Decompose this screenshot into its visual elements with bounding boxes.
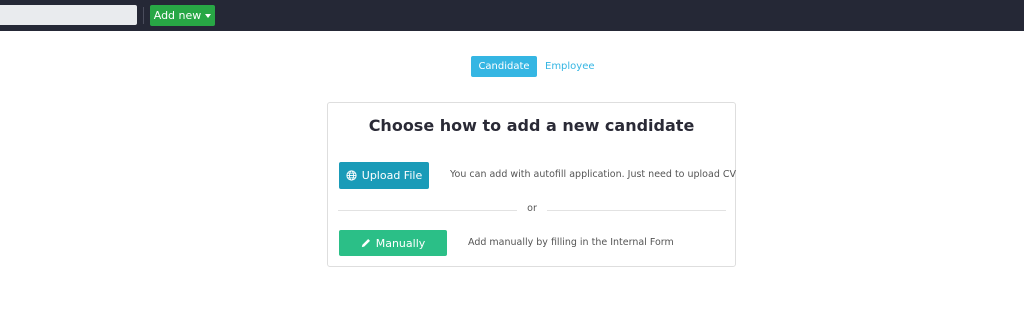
- add-new-label: Add new: [153, 9, 202, 22]
- manual-description: Add manually by filling in the Internal …: [468, 237, 674, 248]
- tab-candidate-label: Candidate: [478, 61, 530, 72]
- manually-button[interactable]: Manually: [339, 230, 447, 256]
- manually-label: Manually: [375, 236, 426, 250]
- card-title: Choose how to add a new candidate: [368, 116, 695, 135]
- upload-description: You can add with autofill application. J…: [450, 169, 737, 180]
- candidate-employee-tabs: Candidate Employee: [471, 56, 603, 77]
- or-separator: or: [338, 203, 726, 217]
- top-navigation-bar: Add new: [0, 0, 1024, 31]
- separator-line-right: [547, 210, 726, 211]
- pencil-icon: [361, 238, 371, 248]
- upload-file-label: Upload File: [361, 169, 423, 182]
- toolbar-divider: [143, 7, 144, 24]
- add-candidate-card: Choose how to add a new candidate Upload…: [327, 102, 736, 267]
- search-input[interactable]: [0, 5, 137, 25]
- tab-employee[interactable]: Employee: [537, 56, 603, 77]
- add-new-dropdown-button[interactable]: Add new: [150, 5, 215, 26]
- or-text: or: [527, 203, 537, 214]
- caret-down-icon: [205, 13, 212, 18]
- tab-employee-label: Employee: [545, 61, 595, 72]
- upload-file-button[interactable]: Upload File: [339, 162, 429, 189]
- tab-candidate[interactable]: Candidate: [471, 56, 537, 77]
- globe-icon: [346, 170, 357, 181]
